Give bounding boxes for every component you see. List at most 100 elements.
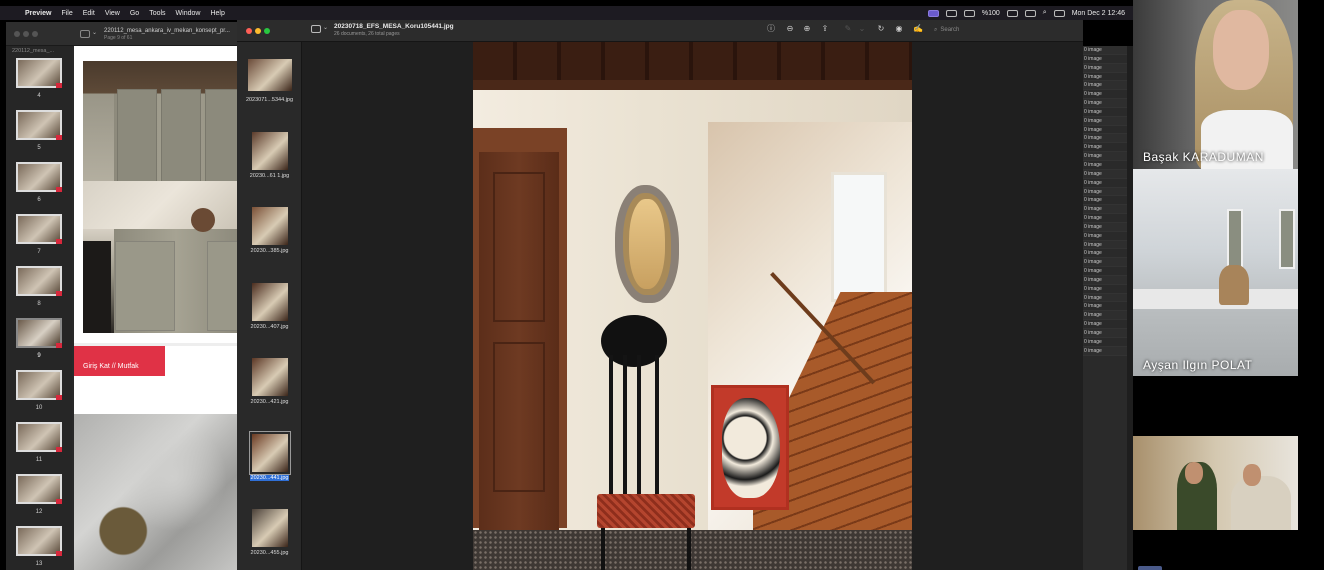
list-row[interactable]: 0 image [1083, 81, 1127, 91]
list-row[interactable]: 0 image [1083, 46, 1127, 55]
list-row[interactable]: 0 image [1083, 99, 1127, 108]
image-file-name-text: 2023071...5344.jpg [245, 97, 294, 103]
chevron-down-icon[interactable]: ⌄ [323, 24, 328, 31]
list-row[interactable]: 0 image [1083, 169, 1127, 179]
page-thumbnail[interactable] [16, 422, 62, 452]
list-row[interactable]: 0 image [1083, 302, 1127, 312]
list-row[interactable]: 0 image [1083, 258, 1127, 268]
menu-app-name[interactable]: Preview [25, 10, 51, 17]
list-row[interactable]: 0 image [1083, 267, 1127, 276]
camera-icon[interactable] [945, 9, 957, 17]
markup-icon[interactable]: ◉ [894, 24, 904, 34]
participant-head [1185, 462, 1203, 484]
page-thumbnail[interactable] [16, 266, 62, 296]
list-row[interactable]: 0 image [1083, 214, 1127, 223]
signature-icon[interactable]: ✍ [913, 24, 923, 34]
battery-icon[interactable] [1006, 9, 1018, 17]
image-thumbnail[interactable] [248, 59, 292, 91]
zoom-button[interactable] [264, 28, 270, 34]
page-number: 10 [35, 405, 43, 411]
control-center-icon[interactable] [1053, 9, 1065, 17]
list-row[interactable]: 0 image [1083, 338, 1127, 347]
keyboard-icon[interactable] [963, 9, 975, 17]
list-row[interactable]: 0 image [1083, 240, 1127, 250]
search-icon: ⌕ [934, 26, 938, 33]
page-thumbnail[interactable] [16, 318, 62, 348]
menu-tools[interactable]: Tools [149, 10, 165, 17]
list-row[interactable]: 0 image [1083, 161, 1127, 170]
sidebar-toggle-icon[interactable] [311, 25, 321, 33]
menu-edit[interactable]: Edit [83, 10, 95, 17]
minimize-button[interactable] [255, 28, 261, 34]
zoom-in-icon[interactable]: ⊕ [802, 24, 812, 34]
list-row[interactable]: 0 image [1083, 311, 1127, 321]
close-button[interactable] [246, 28, 252, 34]
page-thumbnail[interactable] [16, 214, 62, 244]
image-thumbnail[interactable] [252, 207, 288, 245]
classroom-window [1227, 209, 1243, 269]
list-row[interactable]: 0 image [1083, 293, 1127, 303]
list-row[interactable]: 0 image [1083, 73, 1127, 82]
search-icon[interactable]: ⌕ [1043, 9, 1047, 17]
list-row[interactable]: 0 image [1083, 108, 1127, 117]
zoom-out-icon[interactable]: ⊖ [785, 24, 795, 34]
list-row[interactable]: 0 image [1083, 143, 1127, 153]
rotate-icon[interactable]: ↻ [876, 24, 886, 34]
list-row[interactable]: 0 image [1083, 285, 1127, 294]
list-row[interactable]: 0 image [1083, 116, 1127, 126]
screen-share-icon[interactable] [927, 9, 939, 17]
minimize-button[interactable] [23, 31, 29, 37]
clock[interactable]: Mon Dec 2 12:46 [1072, 10, 1125, 17]
image-thumbnail[interactable] [252, 358, 288, 396]
list-row[interactable]: 0 image [1083, 232, 1127, 241]
list-row[interactable]: 0 image [1083, 222, 1127, 232]
video-tile-participant-2[interactable]: Ayşan Ilgın POLAT [1133, 169, 1298, 376]
menu-file[interactable]: File [61, 10, 72, 17]
list-row[interactable]: 0 image [1083, 187, 1127, 197]
classroom-desk [1133, 289, 1298, 309]
list-row[interactable]: 0 image [1083, 205, 1127, 215]
list-row[interactable]: 0 image [1083, 249, 1127, 259]
list-row[interactable]: 0 image [1083, 196, 1127, 206]
page-thumbnail[interactable] [16, 474, 62, 504]
list-row[interactable]: 0 image [1083, 55, 1127, 64]
sidebar-toggle-icon[interactable] [80, 30, 90, 38]
image-thumbnail[interactable] [252, 509, 288, 547]
menu-go[interactable]: Go [130, 10, 139, 17]
close-button[interactable] [14, 31, 20, 37]
chevron-down-icon[interactable]: ⌄ [92, 29, 97, 36]
page-thumbnail[interactable] [16, 526, 62, 556]
participant-figure [1231, 476, 1291, 530]
list-row[interactable]: 0 image [1083, 275, 1127, 285]
video-toolbar-button[interactable] [1138, 566, 1162, 570]
share-icon[interactable]: ⇪ [820, 24, 830, 34]
menu-help[interactable]: Help [210, 10, 224, 17]
info-icon[interactable]: ⓘ [766, 24, 776, 34]
list-row[interactable]: 0 image [1083, 179, 1127, 188]
list-row[interactable]: 0 image [1083, 63, 1127, 73]
page-thumbnail[interactable] [16, 58, 62, 88]
search-field[interactable]: ⌕ Search [934, 24, 1054, 36]
image-thumbnail[interactable] [252, 282, 288, 321]
video-tile-participant-3[interactable] [1133, 436, 1298, 530]
list-row[interactable]: 0 image [1083, 346, 1127, 356]
image-thumbnail[interactable] [249, 430, 291, 475]
markup-pen-icon[interactable]: ✎ [843, 24, 853, 34]
wifi-icon[interactable] [1024, 9, 1036, 17]
list-row[interactable]: 0 image [1083, 126, 1127, 135]
list-row-kind: image [1088, 312, 1102, 319]
list-row[interactable]: 0 image [1083, 329, 1127, 338]
markup-chevron-icon[interactable]: ⌄ [857, 24, 867, 34]
menu-window[interactable]: Window [176, 10, 201, 17]
zoom-button[interactable] [32, 31, 38, 37]
list-row[interactable]: 0 image [1083, 320, 1127, 329]
menu-view[interactable]: View [105, 10, 120, 17]
video-tile-participant-1[interactable]: Başak KARADUMAN [1133, 0, 1298, 169]
list-row[interactable]: 0 image [1083, 134, 1127, 144]
list-row[interactable]: 0 image [1083, 152, 1127, 161]
image-thumbnail[interactable] [252, 131, 288, 170]
page-thumbnail[interactable] [16, 370, 62, 400]
page-thumbnail[interactable] [16, 110, 62, 140]
list-row[interactable]: 0 image [1083, 90, 1127, 100]
page-thumbnail[interactable] [16, 162, 62, 192]
